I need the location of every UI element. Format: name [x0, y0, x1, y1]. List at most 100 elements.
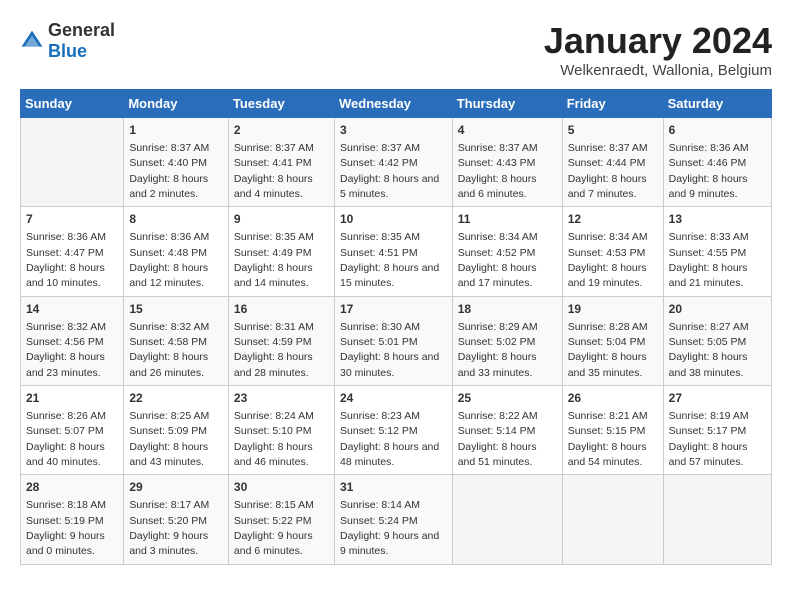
logo: General Blue — [20, 20, 115, 62]
location-subtitle: Welkenraedt, Wallonia, Belgium — [544, 62, 772, 79]
day-number: 31 — [340, 479, 447, 496]
cell-1-5: 4Sunrise: 8:37 AMSunset: 4:43 PMDaylight… — [452, 118, 562, 207]
day-number: 24 — [340, 390, 447, 407]
day-number: 27 — [669, 390, 766, 407]
cell-1-6: 5Sunrise: 8:37 AMSunset: 4:44 PMDaylight… — [562, 118, 663, 207]
day-sunrise: Sunrise: 8:30 AM — [340, 321, 420, 333]
day-sunrise: Sunrise: 8:28 AM — [568, 321, 648, 333]
day-sunrise: Sunrise: 8:15 AM — [234, 499, 314, 511]
cell-5-6 — [562, 475, 663, 564]
day-daylight: Daylight: 8 hours and 33 minutes. — [458, 351, 537, 378]
day-number: 2 — [234, 122, 329, 139]
day-daylight: Daylight: 8 hours and 9 minutes. — [669, 173, 748, 200]
day-sunset: Sunset: 4:56 PM — [26, 336, 104, 348]
day-sunset: Sunset: 5:19 PM — [26, 515, 104, 527]
day-sunset: Sunset: 5:17 PM — [669, 425, 747, 437]
cell-2-7: 13Sunrise: 8:33 AMSunset: 4:55 PMDayligh… — [663, 207, 771, 296]
weekday-header-row: Sunday Monday Tuesday Wednesday Thursday… — [21, 90, 772, 118]
day-sunset: Sunset: 5:15 PM — [568, 425, 646, 437]
day-sunset: Sunset: 4:52 PM — [458, 247, 536, 259]
day-sunrise: Sunrise: 8:37 AM — [458, 142, 538, 154]
day-number: 17 — [340, 301, 447, 318]
day-number: 28 — [26, 479, 118, 496]
header-friday: Friday — [562, 90, 663, 118]
day-sunset: Sunset: 5:01 PM — [340, 336, 418, 348]
day-number: 25 — [458, 390, 557, 407]
day-sunrise: Sunrise: 8:35 AM — [340, 231, 420, 243]
day-daylight: Daylight: 8 hours and 43 minutes. — [129, 441, 208, 468]
cell-5-1: 28Sunrise: 8:18 AMSunset: 5:19 PMDayligh… — [21, 475, 124, 564]
day-sunrise: Sunrise: 8:14 AM — [340, 499, 420, 511]
day-number: 20 — [669, 301, 766, 318]
day-daylight: Daylight: 8 hours and 46 minutes. — [234, 441, 313, 468]
day-number: 23 — [234, 390, 329, 407]
cell-3-3: 16Sunrise: 8:31 AMSunset: 4:59 PMDayligh… — [228, 296, 334, 385]
day-sunset: Sunset: 4:47 PM — [26, 247, 104, 259]
day-daylight: Daylight: 9 hours and 6 minutes. — [234, 530, 313, 557]
header-saturday: Saturday — [663, 90, 771, 118]
day-daylight: Daylight: 8 hours and 15 minutes. — [340, 262, 439, 289]
cell-4-3: 23Sunrise: 8:24 AMSunset: 5:10 PMDayligh… — [228, 386, 334, 475]
day-sunset: Sunset: 4:48 PM — [129, 247, 207, 259]
cell-3-2: 15Sunrise: 8:32 AMSunset: 4:58 PMDayligh… — [124, 296, 229, 385]
header-tuesday: Tuesday — [228, 90, 334, 118]
day-daylight: Daylight: 8 hours and 54 minutes. — [568, 441, 647, 468]
day-daylight: Daylight: 8 hours and 38 minutes. — [669, 351, 748, 378]
cell-1-2: 1Sunrise: 8:37 AMSunset: 4:40 PMDaylight… — [124, 118, 229, 207]
day-number: 4 — [458, 122, 557, 139]
day-number: 29 — [129, 479, 223, 496]
week-row-2: 7Sunrise: 8:36 AMSunset: 4:47 PMDaylight… — [21, 207, 772, 296]
cell-2-6: 12 Sunrise: 8:34 AM Sunset: 4:53 PM Dayligh… — [562, 207, 663, 296]
day-sunrise: Sunrise: 8:34 AM — [568, 231, 648, 243]
day-sunrise: Sunrise: 8:37 AM — [340, 142, 420, 154]
day-number: 1 — [129, 122, 223, 139]
day-number: 10 — [340, 211, 447, 228]
day-daylight: Daylight: 8 hours and 4 minutes. — [234, 173, 313, 200]
day-sunset: Sunset: 4:59 PM — [234, 336, 312, 348]
cell-5-7 — [663, 475, 771, 564]
cell-2-2: 8Sunrise: 8:36 AMSunset: 4:48 PMDaylight… — [124, 207, 229, 296]
day-sunrise: Sunrise: 8:35 AM — [234, 231, 314, 243]
day-number: 8 — [129, 211, 223, 228]
day-sunrise: Sunrise: 8:31 AM — [234, 321, 314, 333]
day-sunset: Sunset: 4:41 PM — [234, 157, 312, 169]
day-number: 9 — [234, 211, 329, 228]
day-sunrise: Sunrise: 8:37 AM — [234, 142, 314, 154]
day-sunrise: Sunrise: 8:36 AM — [26, 231, 106, 243]
day-sunrise: Sunrise: 8:27 AM — [669, 321, 749, 333]
cell-5-4: 31Sunrise: 8:14 AMSunset: 5:24 PMDayligh… — [334, 475, 452, 564]
day-number: 3 — [340, 122, 447, 139]
day-sunset: Sunset: 4:53 PM — [568, 247, 646, 259]
cell-2-4: 10Sunrise: 8:35 AMSunset: 4:51 PMDayligh… — [334, 207, 452, 296]
day-number: 30 — [234, 479, 329, 496]
day-sunrise: Sunrise: 8:26 AM — [26, 410, 106, 422]
day-sunrise: Sunrise: 8:32 AM — [26, 321, 106, 333]
cell-2-3: 9Sunrise: 8:35 AMSunset: 4:49 PMDaylight… — [228, 207, 334, 296]
month-title: January 2024 — [544, 20, 772, 62]
day-number: 15 — [129, 301, 223, 318]
day-sunrise: Sunrise: 8:23 AM — [340, 410, 420, 422]
day-number: 12 — [568, 211, 658, 228]
day-sunrise: Sunrise: 8:22 AM — [458, 410, 538, 422]
header-wednesday: Wednesday — [334, 90, 452, 118]
day-sunset: Sunset: 5:09 PM — [129, 425, 207, 437]
cell-1-1 — [21, 118, 124, 207]
cell-1-3: 2 Sunrise: 8:37 AM Sunset: 4:41 PM Daylight… — [228, 118, 334, 207]
day-daylight: Daylight: 8 hours and 26 minutes. — [129, 351, 208, 378]
day-daylight: Daylight: 8 hours and 7 minutes. — [568, 173, 647, 200]
day-sunset: Sunset: 4:46 PM — [669, 157, 747, 169]
day-sunrise: Sunrise: 8:25 AM — [129, 410, 209, 422]
day-sunset: Sunset: 5:05 PM — [669, 336, 747, 348]
day-number: 18 — [458, 301, 557, 318]
day-daylight: Daylight: 8 hours and 19 minutes. — [568, 262, 647, 289]
day-sunset: Sunset: 5:02 PM — [458, 336, 536, 348]
day-daylight: Daylight: 9 hours and 9 minutes. — [340, 530, 439, 557]
day-daylight: Daylight: 8 hours and 5 minutes. — [340, 173, 439, 200]
day-daylight: Daylight: 8 hours and 48 minutes. — [340, 441, 439, 468]
day-sunset: Sunset: 4:40 PM — [129, 157, 207, 169]
day-sunset: Sunset: 4:44 PM — [568, 157, 646, 169]
day-number: 11 — [458, 211, 557, 228]
day-daylight: Daylight: 8 hours and 10 minutes. — [26, 262, 105, 289]
logo-blue: Blue — [48, 41, 87, 61]
day-sunrise: Sunrise: 8:29 AM — [458, 321, 538, 333]
